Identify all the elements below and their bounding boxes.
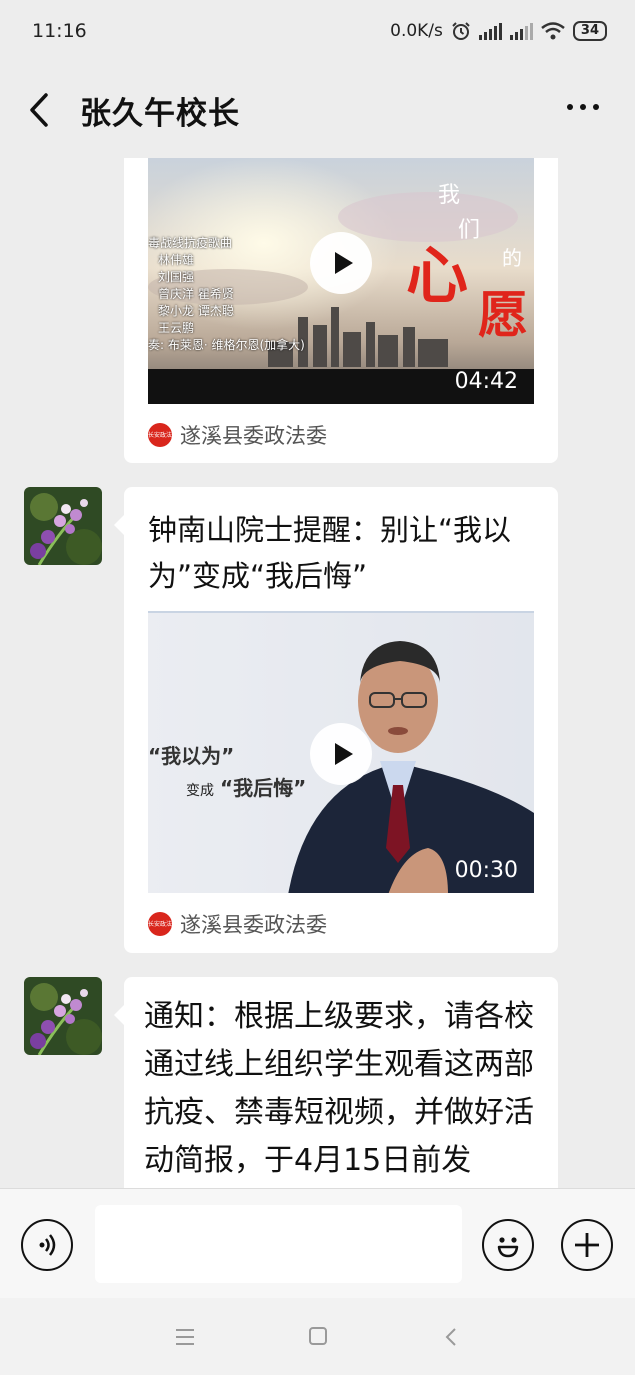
alarm-icon [452,22,470,40]
svg-text:愿: 愿 [478,285,528,344]
video-card-1[interactable]: 我 们 的 心 愿 毒战线抗疫歌曲 林伟雄 刘国强 曾庆洋 瞿希贤 黎小龙 谭杰… [124,158,558,463]
video-source-1[interactable]: 长安政法 遂溪县委政法委 [148,420,327,450]
home-icon[interactable] [309,1327,327,1345]
source-name: 遂溪县委政法委 [180,424,327,448]
text-message[interactable]: 通知：根据上级要求，请各校通过线上组织学生观看这两部抗疫、禁毒短视频，并做好活动… [114,977,558,1188]
emoji-icon[interactable] [482,1219,534,1271]
status-bar: 11:16 0.0K/s 34 [0,0,635,62]
signal-icon [478,22,502,40]
source-name: 遂溪县委政法委 [180,913,327,937]
svg-text:心: 心 [406,239,468,312]
avatar[interactable] [24,977,102,1055]
svg-text:的: 的 [502,246,522,270]
signal-icon-2 [509,22,533,40]
play-button-2[interactable] [310,723,372,785]
video-duration-1: 04:42 [454,369,518,394]
add-icon[interactable] [561,1219,613,1271]
play-button-1[interactable] [310,232,372,294]
more-icon[interactable] [567,104,599,110]
input-bar [0,1188,635,1298]
title-bar: 张久午校长 [0,62,635,158]
video-credits-1: 毒战线抗疫歌曲 林伟雄 刘国强 曾庆洋 瞿希贤 黎小龙 谭杰聪 王云鹏 奏: 布… [148,236,305,352]
status-time: 11:16 [32,20,87,42]
svg-text:变成: 变成 [186,783,214,799]
system-nav-bar [0,1298,635,1375]
menu-icon[interactable] [176,1329,194,1345]
svg-text:“我以为”: “我以为” [148,744,234,768]
video-card-2[interactable]: 钟南山院士提醒：别让“我以为”变成“我后悔” “我以为” 变成 “我后悔” 00… [114,487,558,953]
video-duration-2: 00:30 [454,858,518,883]
svg-text:“我后悔”: “我后悔” [220,776,306,800]
video-thumbnail-2[interactable]: “我以为” 变成 “我后悔” 00:30 [148,611,534,893]
avatar[interactable] [24,487,102,565]
network-speed: 0.0K/s [390,21,443,41]
source-logo-icon: 长安政法 [148,423,172,447]
wifi-icon [541,22,565,40]
chat-title: 张久午校长 [80,96,240,132]
svg-text:我: 我 [438,183,460,208]
back-icon[interactable] [26,92,54,128]
chat-area[interactable]: 我 们 的 心 愿 毒战线抗疫歌曲 林伟雄 刘国强 曾庆洋 瞿希贤 黎小龙 谭杰… [0,158,635,1188]
video-card-title: 钟南山院士提醒：别让“我以为”变成“我后悔” [148,513,512,593]
status-indicators: 0.0K/s 34 [390,21,607,41]
video-source-2[interactable]: 长安政法 遂溪县委政法委 [148,909,327,939]
message-input[interactable] [95,1205,462,1283]
battery-icon: 34 [572,21,607,41]
nav-back-icon[interactable] [444,1327,458,1347]
video-thumbnail-1[interactable]: 我 们 的 心 愿 毒战线抗疫歌曲 林伟雄 刘国强 曾庆洋 瞿希贤 黎小龙 谭杰… [148,158,534,404]
voice-icon[interactable] [21,1219,73,1271]
source-logo-icon: 长安政法 [148,912,172,936]
message-text: 通知：根据上级要求，请各校通过线上组织学生观看这两部抗疫、禁毒短视频，并做好活动… [144,999,534,1178]
